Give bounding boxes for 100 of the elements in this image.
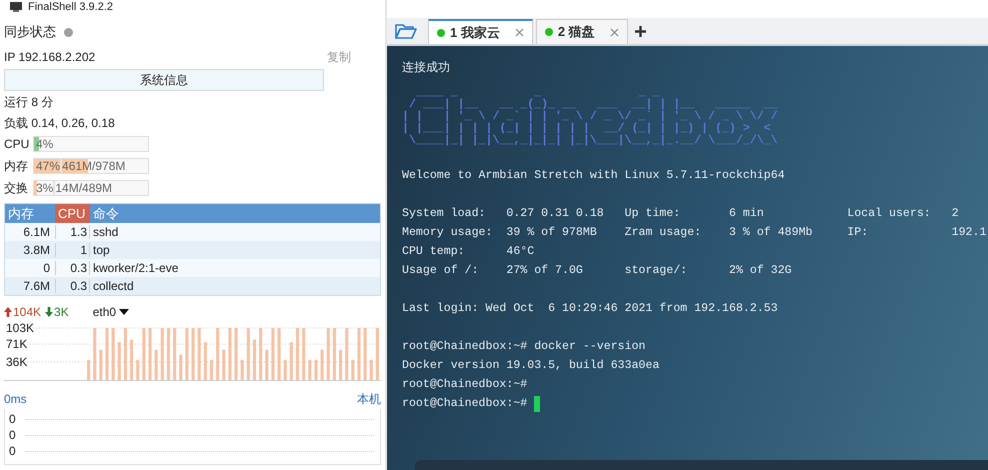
caret-icon [119,309,130,315]
chart-bar [370,360,373,380]
table-cell: 1 [55,243,90,257]
terminal-line: Memory usage: 39 % of 978MB Zram usage: 3 % of 489Mb IP: 192.1 [402,225,988,241]
chart-bar [228,328,232,380]
chart-bar [124,328,128,380]
ip-address: IP 192.168.2.202 [4,50,96,64]
meter-percent: 47% [36,159,60,173]
ascii-art-text: ____ _ _ _ _ / ___| |__ __ _(_)_ __ ___ __| | |__ _____ __ | | | '_ \ / _` | | '_ \ / _ \/ _` | '_ \ / _ \ \/ / | |___| | | | (_| | | | | | __/ (_| | |_) | (_) > < \____|_| |_|\__,_|_|_| |_|\___|\__,_|_.__/ \___/_/\_\ [402,87,779,147]
chart-bar [87,360,90,380]
axis-tick-label: 36K [6,354,28,369]
terminal-line: 连接成功 [402,59,451,76]
axis-tick-label: 0 [9,412,16,426]
table-cell-text: 3.8M [22,243,51,257]
download-rate: 3K [45,305,69,319]
chart-bar [326,328,330,380]
chart-bar [259,328,262,380]
interface-dropdown[interactable]: eth0 [92,305,130,319]
chart-bar [99,350,102,380]
chart-bar [314,360,318,380]
sync-status-label: 同步状态 [4,23,56,41]
terminal-line: System load: 0.27 0.31 0.18 Up time: 6 min Local users: 2 [402,206,960,222]
table-cell-text: sshd [92,225,120,239]
chart-bar [338,350,342,380]
chart-bar [93,328,96,380]
chart-bar [271,328,275,380]
close-icon[interactable] [610,28,619,36]
chart-bar [148,328,152,380]
chart-bar [222,350,226,380]
chart-bar [198,328,201,380]
terminal-line: root@Chainedbox:~# [402,396,528,412]
chart-bar [308,360,312,380]
chart-bar [130,340,134,380]
meter-label: CPU [4,137,30,151]
chart-bar [204,342,207,380]
chart-bar [185,328,188,380]
folder-icon[interactable] [395,23,417,39]
table-cell: 0.3 [55,279,90,293]
meter-detail: 14M/489M [53,181,146,195]
chart-bar [278,328,281,380]
terminal-line: root@Chainedbox:~# [402,377,528,393]
up-arrow-icon [4,307,12,317]
table-cell-text: 7.6M [22,279,51,293]
chart-bar [142,328,146,380]
terminal-line: root@Chainedbox:~# docker --version [402,339,646,355]
chart-bar [284,360,287,380]
system-info-button[interactable]: 系统信息 [4,69,324,91]
chart-bar [376,328,379,380]
session-tab[interactable]: 2 猫盘 [536,19,628,44]
chart-bar [166,328,170,380]
chart-bar [345,328,348,380]
meter-label: 内存 [4,158,29,174]
axis-tick-label: 0 [9,444,16,458]
axis-tick-label: 0 [9,428,16,442]
uptime-text: 运行 8 分 [4,94,54,111]
terminal-line: Last login: Wed Oct 6 10:29:46 2021 from 192.168.2.53 [402,301,779,317]
table-cell-text: 0 [42,261,51,275]
chart-bar [179,354,182,380]
table-cell-text: top [92,243,111,257]
chart-bar [246,328,250,380]
chart-bar [320,350,324,380]
table-cell-text: kworker/2:1-eve [92,261,180,275]
host-label: 本机 [357,390,381,408]
load-average-text: 负载 0.14, 0.26, 0.18 [4,115,116,132]
chart-bar [154,350,158,380]
table-cell: 1.3 [55,225,90,239]
chart-bar [296,328,300,380]
chart-bar [160,328,164,380]
chart-bar [302,328,306,380]
chart-bar [136,360,140,380]
session-tab[interactable]: 1 我家云 [428,19,533,44]
chart-bar [351,360,354,380]
table-cell-text: 6.1M [22,225,51,239]
meter-label: 交换 [4,180,29,196]
chart-bar [357,328,361,380]
chart-bar [290,342,293,380]
chart-bar [216,328,220,380]
terminal-line: Welcome to Armbian Stretch with Linux 5.7.11-rockchip64 [402,168,786,184]
window-title: FinalShell 3.9.2.2 [28,1,113,13]
chart-bar [173,328,176,380]
down-arrow-icon [45,307,54,317]
upload-rate: 104K [4,305,42,319]
chart-bar [112,328,115,380]
chart-bar [191,328,195,380]
chart-bar [364,328,367,380]
close-icon[interactable] [514,28,524,37]
terminal-line: CPU temp: 46°C [402,244,536,260]
column-header[interactable]: CPU [55,204,90,223]
plus-icon[interactable] [634,26,646,36]
chart-bar [332,328,336,380]
chart-bar [240,360,244,380]
chart-bar [105,328,109,380]
axis-tick-label: 103K [6,321,34,335]
chart-bar [118,342,121,380]
axis-tick-label: 71K [6,337,28,352]
terminal-line: Usage of /: 27% of 7.0G storage/: 2% of 32G [402,263,793,279]
table-cell-text: collectd [92,279,135,293]
terminal-line: Docker version 19.03.5, build 633a0ea [402,358,660,374]
app-icon [10,2,22,12]
chart-bar [252,340,256,380]
